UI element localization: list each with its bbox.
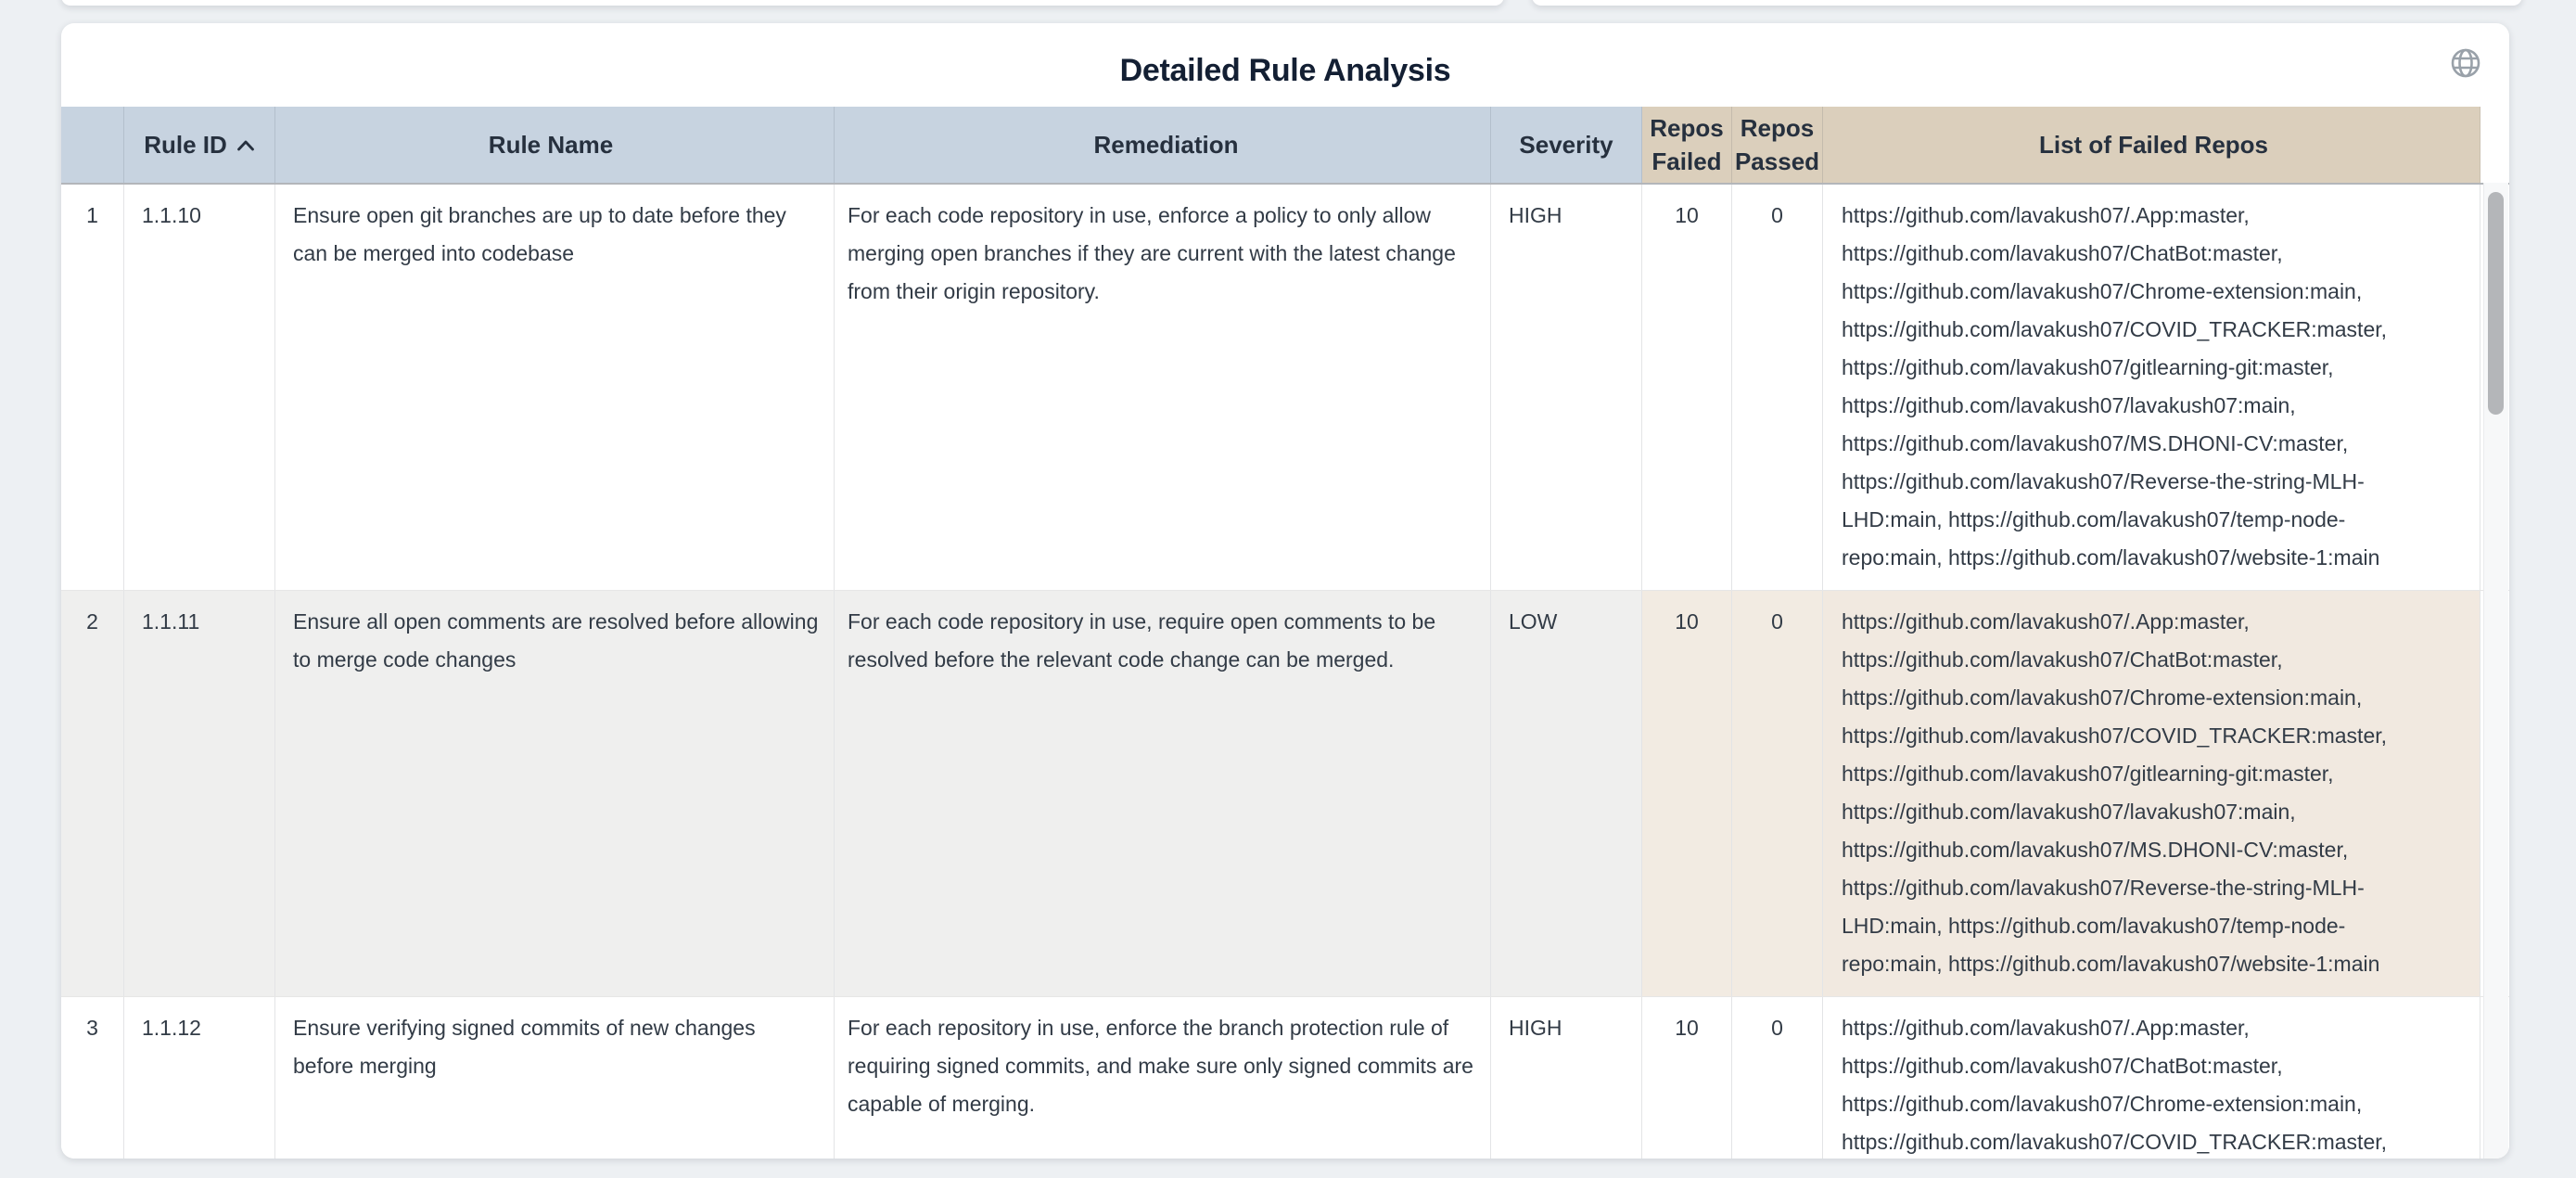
row-index-cell: 2 (61, 591, 124, 996)
header-cell-index[interactable] (61, 107, 124, 183)
header-cell-repos-passed[interactable]: Repos Passed (1732, 107, 1823, 183)
severity-cell: HIGH (1491, 185, 1642, 590)
panel-above-right (1532, 0, 2522, 6)
rule-id-cell: 1.1.10 (124, 185, 275, 590)
remediation-cell: For each repository in use, enforce the … (835, 997, 1491, 1159)
table-body: 1 1.1.10 Ensure open git branches are up… (61, 185, 2509, 1159)
failed-repos-cell: https://github.com/lavakush07/.App:maste… (1823, 185, 2480, 590)
globe-button[interactable] (2448, 45, 2483, 81)
repos-failed-cell: 10 (1642, 591, 1732, 996)
header-cell-remediation[interactable]: Remediation (835, 107, 1491, 183)
repos-failed-cell: 10 (1642, 185, 1732, 590)
detailed-rule-analysis-card: Detailed Rule Analysis Rule ID Rule Nam (61, 23, 2509, 1159)
vertical-scrollbar-track[interactable] (2483, 183, 2508, 1159)
failed-repos-cell: https://github.com/lavakush07/.App:maste… (1823, 591, 2480, 996)
header-cell-repos-failed[interactable]: Repos Failed (1642, 107, 1732, 183)
globe-icon (2448, 70, 2483, 83)
rule-name-cell: Ensure open git branches are up to date … (275, 185, 835, 590)
header-cell-severity[interactable]: Severity (1491, 107, 1642, 183)
header-cell-rule-name[interactable]: Rule Name (275, 107, 835, 183)
repos-passed-cell: 0 (1732, 185, 1823, 590)
panel-above-left (61, 0, 1504, 6)
failed-repos-cell: https://github.com/lavakush07/.App:maste… (1823, 997, 2480, 1159)
header-cell-failed-repos-list[interactable]: List of Failed Repos (1823, 107, 2480, 183)
vertical-scrollbar-thumb[interactable] (2488, 192, 2504, 415)
rule-name-cell: Ensure verifying signed commits of new c… (275, 997, 835, 1159)
rule-name-cell: Ensure all open comments are resolved be… (275, 591, 835, 996)
rule-id-cell: 1.1.12 (124, 997, 275, 1159)
severity-cell: HIGH (1491, 997, 1642, 1159)
severity-cell: LOW (1491, 591, 1642, 996)
table-row: 3 1.1.12 Ensure verifying signed commits… (61, 997, 2509, 1159)
repos-failed-cell: 10 (1642, 997, 1732, 1159)
row-index-cell: 3 (61, 997, 124, 1159)
rule-id-cell: 1.1.11 (124, 591, 275, 996)
remediation-cell: For each code repository in use, enforce… (835, 185, 1491, 590)
repos-passed-cell: 0 (1732, 997, 1823, 1159)
header-label-rule-id: Rule ID (144, 128, 227, 161)
page: { "header": { "title": "Detailed Rule An… (0, 0, 2576, 1178)
card-header: Detailed Rule Analysis (61, 23, 2509, 107)
repos-passed-cell: 0 (1732, 591, 1823, 996)
table-header-row: Rule ID Rule Name Remediation Severity R… (61, 107, 2509, 185)
header-cell-rule-id[interactable]: Rule ID (124, 107, 275, 183)
remediation-cell: For each code repository in use, require… (835, 591, 1491, 996)
page-title: Detailed Rule Analysis (61, 53, 2509, 89)
table-row: 2 1.1.11 Ensure all open comments are re… (61, 591, 2509, 997)
row-index-cell: 1 (61, 185, 124, 590)
table-row: 1 1.1.10 Ensure open git branches are up… (61, 185, 2509, 591)
sort-asc-icon (236, 139, 255, 151)
